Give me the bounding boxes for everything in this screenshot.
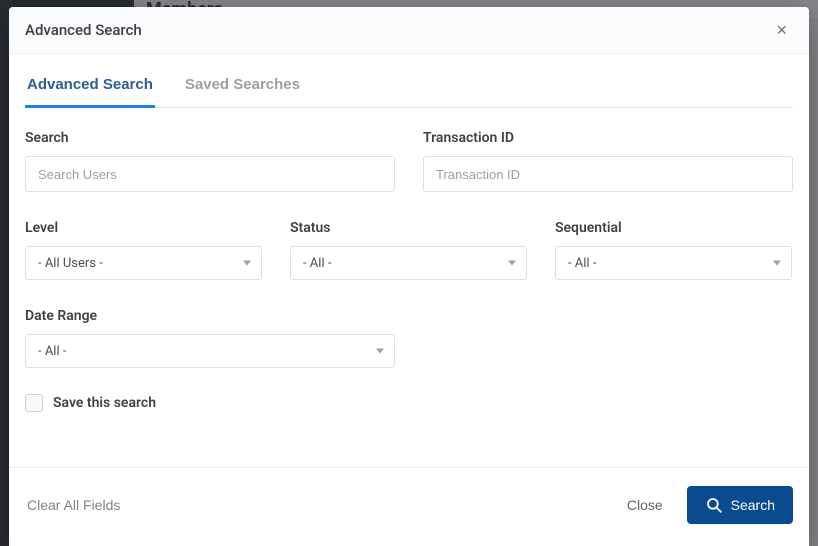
sequential-select-value: - All - bbox=[568, 256, 596, 271]
chevron-down-icon bbox=[773, 261, 781, 266]
modal-body: Advanced Search Saved Searches Search Tr… bbox=[9, 54, 809, 467]
modal-title: Advanced Search bbox=[25, 21, 142, 39]
field-sequential: Sequential - All - bbox=[555, 220, 792, 280]
modal-tabs: Advanced Search Saved Searches bbox=[25, 64, 793, 108]
search-button[interactable]: Search bbox=[687, 486, 793, 524]
search-button-label: Search bbox=[731, 497, 775, 513]
field-level: Level - All Users - bbox=[25, 220, 262, 280]
chevron-down-icon bbox=[376, 349, 384, 354]
field-date-range: Date Range - All - bbox=[25, 308, 395, 368]
search-input[interactable] bbox=[25, 156, 395, 192]
close-icon[interactable]: × bbox=[770, 17, 793, 43]
transaction-id-input[interactable] bbox=[423, 156, 793, 192]
chevron-down-icon bbox=[243, 261, 251, 266]
clear-all-fields-button[interactable]: Clear All Fields bbox=[25, 491, 122, 519]
search-icon bbox=[705, 496, 723, 514]
field-transaction-id: Transaction ID bbox=[423, 130, 793, 192]
label-status: Status bbox=[290, 220, 527, 236]
chevron-down-icon bbox=[508, 261, 516, 266]
status-select[interactable]: - All - bbox=[290, 246, 527, 280]
modal-header: Advanced Search × bbox=[9, 7, 809, 54]
field-search: Search bbox=[25, 130, 395, 192]
label-date-range: Date Range bbox=[25, 308, 395, 324]
tab-saved-searches[interactable]: Saved Searches bbox=[183, 64, 302, 107]
footer-right: Close Search bbox=[613, 486, 793, 524]
save-search-row: Save this search bbox=[25, 394, 793, 438]
label-transaction-id: Transaction ID bbox=[423, 130, 793, 146]
save-search-checkbox[interactable] bbox=[25, 394, 43, 412]
field-status: Status - All - bbox=[290, 220, 527, 280]
sequential-select[interactable]: - All - bbox=[555, 246, 792, 280]
search-form: Search Transaction ID Level - All Users … bbox=[25, 130, 793, 368]
close-button[interactable]: Close bbox=[613, 489, 677, 521]
label-sequential: Sequential bbox=[555, 220, 792, 236]
status-select-value: - All - bbox=[303, 256, 331, 271]
modal-footer: Clear All Fields Close Search bbox=[9, 467, 809, 546]
date-range-select-value: - All - bbox=[38, 344, 66, 359]
label-search: Search bbox=[25, 130, 395, 146]
tab-advanced-search[interactable]: Advanced Search bbox=[25, 64, 155, 107]
level-select-value: - All Users - bbox=[38, 256, 103, 271]
label-level: Level bbox=[25, 220, 262, 236]
date-range-select[interactable]: - All - bbox=[25, 334, 395, 368]
level-select[interactable]: - All Users - bbox=[25, 246, 262, 280]
save-search-label: Save this search bbox=[53, 395, 156, 411]
advanced-search-modal: Advanced Search × Advanced Search Saved … bbox=[9, 7, 809, 546]
